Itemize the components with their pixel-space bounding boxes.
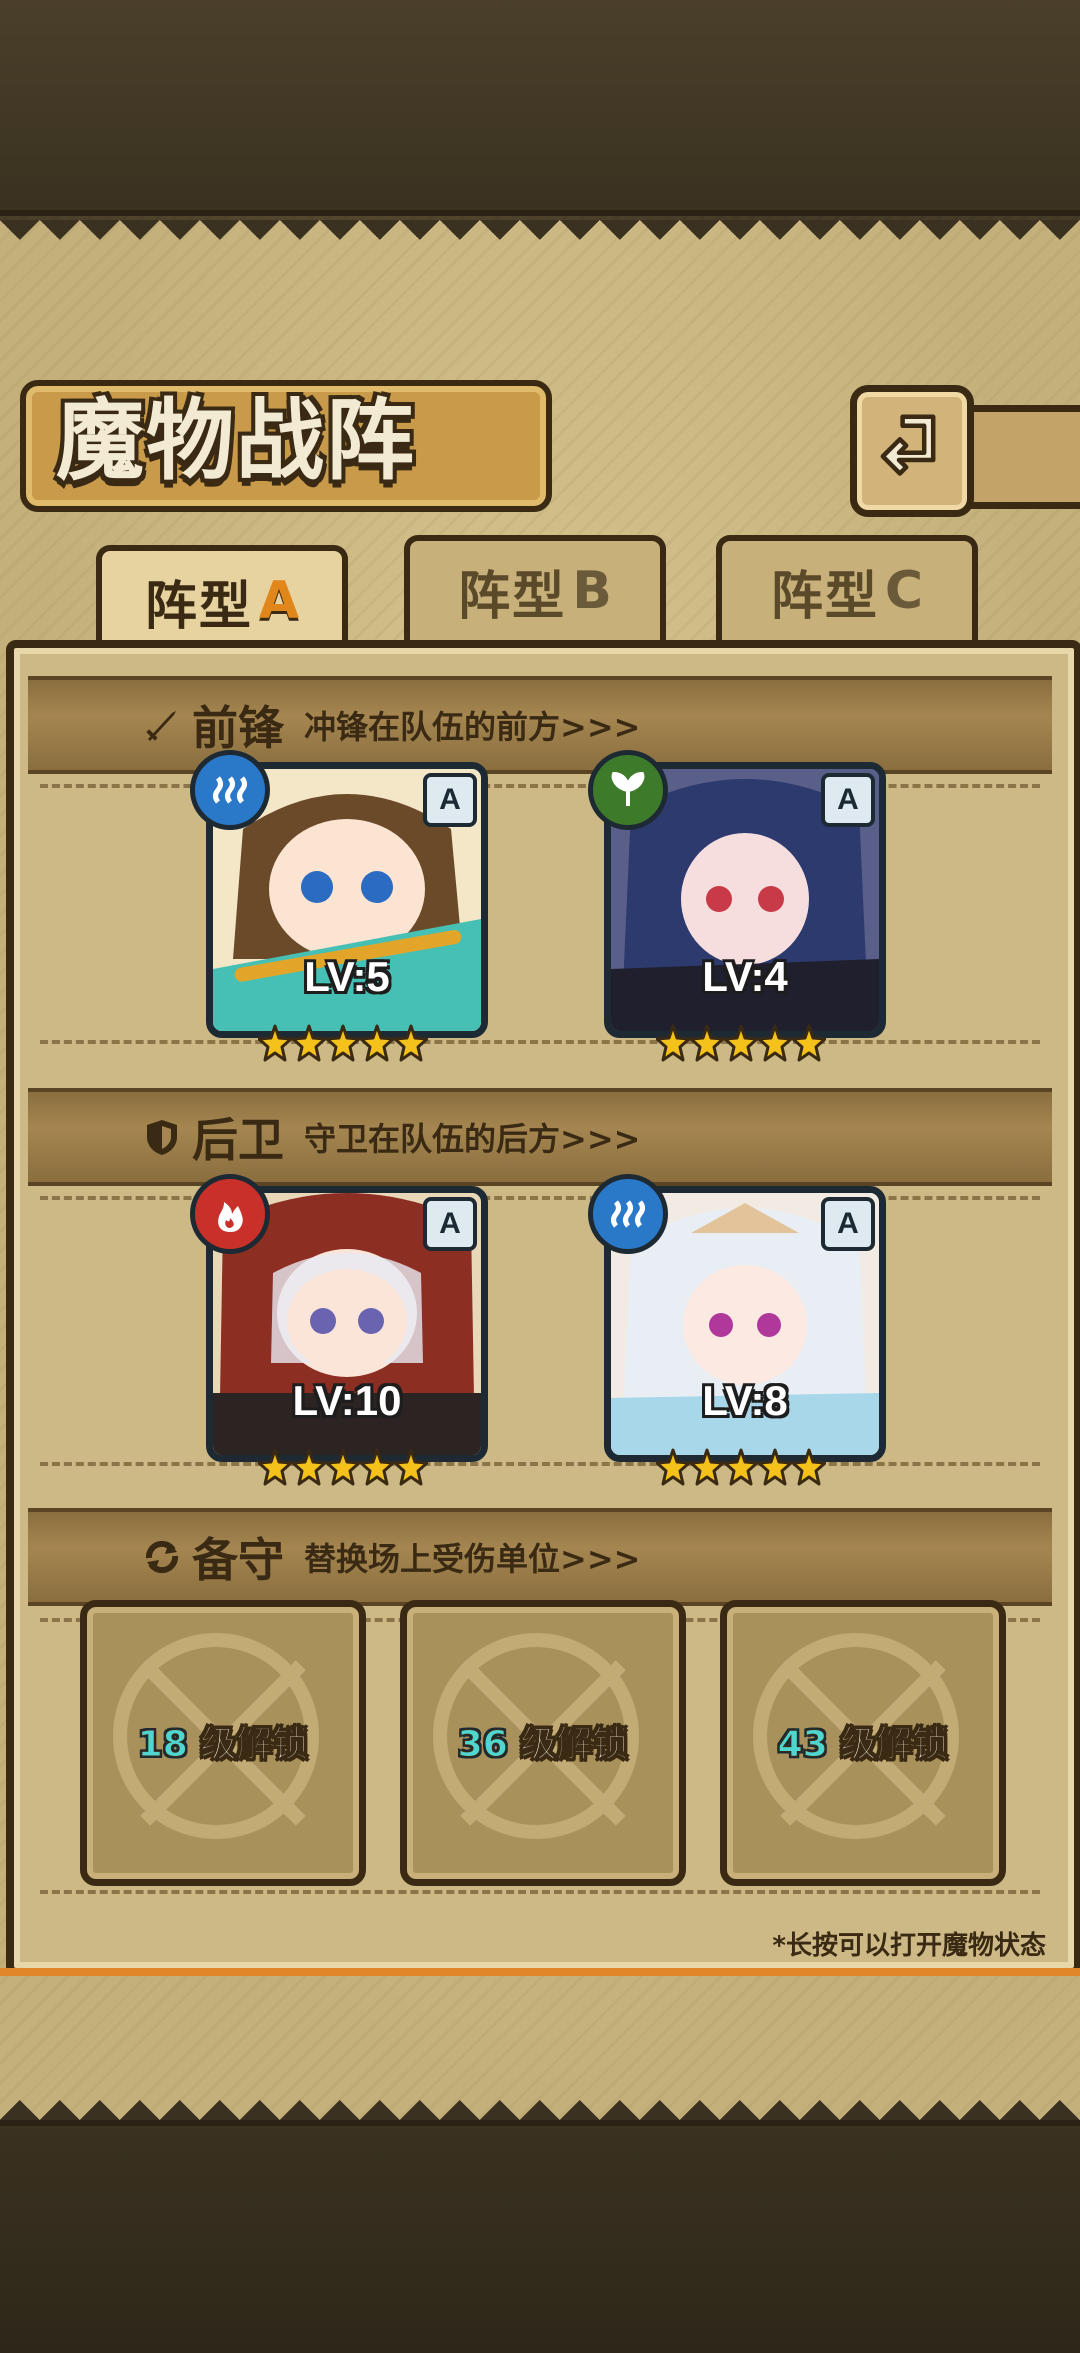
star-icon	[326, 1448, 360, 1486]
star-icon	[690, 1024, 724, 1062]
rank-badge: A	[423, 773, 477, 827]
divider	[40, 1462, 1040, 1466]
reserve-slot-locked[interactable]: 36 级解锁	[400, 1600, 686, 1886]
star-icon	[394, 1024, 428, 1062]
star-icon	[656, 1448, 690, 1486]
star-icon	[792, 1024, 826, 1062]
rank-badge: A	[423, 1197, 477, 1251]
reserve-slot-locked[interactable]: 43 级解锁	[720, 1600, 1006, 1886]
tab-label: 阵型	[144, 576, 253, 637]
star-icon	[724, 1448, 758, 1486]
tab-suffix: C	[884, 561, 924, 621]
star-icon	[690, 1448, 724, 1486]
shield-icon	[140, 1115, 184, 1159]
top-map-band	[0, 0, 1080, 216]
section-title: 备守	[192, 1533, 284, 1587]
water-element-icon	[190, 750, 270, 830]
star-icon	[656, 1024, 690, 1062]
star-rating	[258, 1444, 428, 1494]
unlock-text: 级解锁	[520, 1724, 629, 1766]
star-icon	[758, 1448, 792, 1486]
monster-level: LV:5	[304, 953, 390, 1000]
sword-icon	[140, 703, 184, 747]
unlock-label: 43 级解锁	[727, 1715, 999, 1767]
tab-suffix: B	[572, 561, 612, 621]
unlock-text: 级解锁	[840, 1724, 949, 1766]
tab-formation-c[interactable]: 阵型 C	[716, 535, 978, 641]
reserve-slot-locked[interactable]: 18 级解锁	[80, 1600, 366, 1886]
star-icon	[292, 1448, 326, 1486]
tab-label: 阵型	[770, 566, 879, 627]
water-element-icon	[588, 1174, 668, 1254]
back-button[interactable]	[850, 385, 974, 517]
back-button-rail	[960, 405, 1080, 509]
section-vanguard: 前锋 冲锋在队伍的前方>>>	[28, 676, 1052, 774]
star-icon	[792, 1448, 826, 1486]
unlock-label: 18 级解锁	[87, 1715, 359, 1767]
star-icon	[394, 1448, 428, 1486]
divider	[40, 1196, 1040, 1200]
star-icon	[360, 1448, 394, 1486]
section-reserve: 备守 替换场上受伤单位>>>	[28, 1508, 1052, 1606]
unlock-level: 36	[457, 1724, 508, 1766]
star-icon	[724, 1024, 758, 1062]
unlock-label: 36 级解锁	[407, 1715, 679, 1767]
star-icon	[258, 1448, 292, 1486]
star-icon	[758, 1024, 792, 1062]
divider	[40, 1040, 1040, 1044]
swap-icon	[140, 1535, 184, 1579]
star-rating	[656, 1020, 826, 1070]
tab-formation-b[interactable]: 阵型 B	[404, 535, 666, 641]
section-desc: 冲锋在队伍的前方>>>	[304, 708, 641, 746]
section-desc: 守卫在队伍的后方>>>	[304, 1120, 641, 1158]
rank-badge: A	[821, 773, 875, 827]
bottom-map-band	[0, 2120, 1080, 2353]
fire-element-icon	[190, 1174, 270, 1254]
section-title: 后卫	[192, 1113, 284, 1167]
star-icon	[292, 1024, 326, 1062]
section-title: 前锋	[192, 701, 284, 755]
monster-level: LV:8	[702, 1377, 788, 1424]
section-rearguard: 后卫 守卫在队伍的后方>>>	[28, 1088, 1052, 1186]
leaf-element-icon	[588, 750, 668, 830]
star-icon	[360, 1024, 394, 1062]
star-rating	[258, 1020, 428, 1070]
return-arrow-icon	[880, 414, 936, 476]
rank-badge: A	[821, 1197, 875, 1251]
section-desc: 替换场上受伤单位>>>	[304, 1540, 641, 1578]
tab-formation-a[interactable]: 阵型 A	[96, 545, 348, 651]
star-icon	[258, 1024, 292, 1062]
tab-label: 阵型	[458, 566, 567, 627]
unlock-level: 18	[137, 1724, 188, 1766]
page-title: 魔物战阵	[56, 388, 417, 492]
frame-accent-line	[0, 1968, 1080, 1976]
divider	[40, 1890, 1040, 1894]
monster-level: LV:10	[292, 1377, 402, 1424]
star-icon	[326, 1024, 360, 1062]
star-rating	[656, 1444, 826, 1494]
tab-suffix: A	[258, 571, 300, 631]
unlock-level: 43	[777, 1724, 828, 1766]
long-press-hint: *长按可以打开魔物状态	[772, 1931, 1046, 1961]
unlock-text: 级解锁	[200, 1724, 309, 1766]
monster-level: LV:4	[702, 953, 788, 1000]
